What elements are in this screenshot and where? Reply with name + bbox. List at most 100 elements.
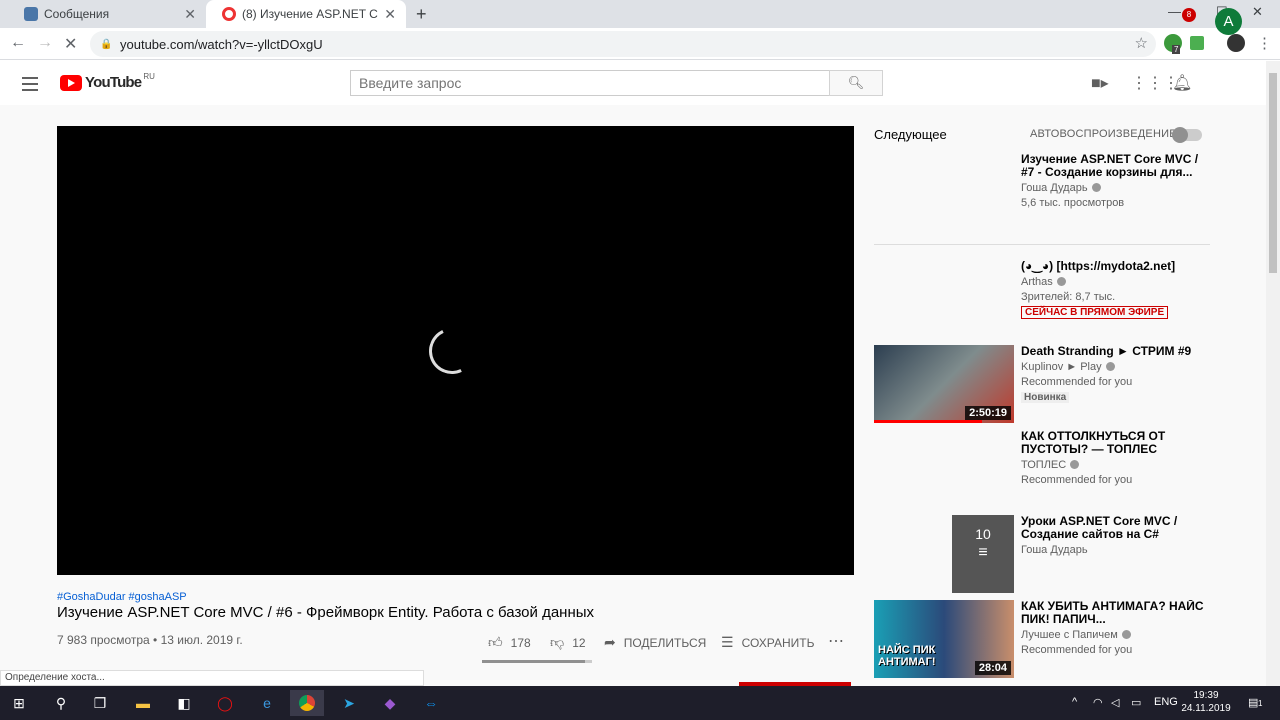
- item-channel[interactable]: ТОПЛЕС: [1021, 459, 1066, 471]
- network-icon[interactable]: ◠: [1093, 696, 1103, 709]
- lock-icon: 🔒: [100, 38, 113, 50]
- language-indicator[interactable]: ENG: [1154, 696, 1178, 708]
- create-video-icon[interactable]: ■▸: [1091, 73, 1109, 93]
- thumbnail-caption: НАЙС ПИК АНТИМАГ!: [878, 644, 936, 668]
- bookmark-star-icon[interactable]: ☆: [1135, 34, 1148, 52]
- dislike-button[interactable]: 👎︎ 12: [550, 634, 586, 651]
- item-title[interactable]: КАК УБИТЬ АНТИМАГА? НАЙС ПИК! ПАПИЧ...: [1021, 600, 1211, 626]
- item-channel[interactable]: Kuplinov ► Play: [1021, 361, 1102, 373]
- item-title[interactable]: Death Stranding ► СТРИМ #9: [1021, 345, 1211, 358]
- volume-icon[interactable]: ◁: [1111, 696, 1119, 709]
- add-to-playlist-icon: ☰: [721, 634, 734, 650]
- notifications-bell-icon[interactable]: 🔔︎: [1172, 73, 1192, 93]
- action-center-count: 1: [1258, 699, 1263, 708]
- item-title[interactable]: Изучение ASP.NET Core MVC / #7 - Создани…: [1021, 153, 1211, 179]
- tab-title: Сообщения: [44, 7, 110, 21]
- action-center-icon[interactable]: ▤: [1248, 696, 1258, 709]
- duration-badge: 28:04: [974, 661, 1011, 675]
- more-actions-icon[interactable]: ⋯: [828, 631, 844, 651]
- visual-studio-icon[interactable]: ◆: [373, 690, 407, 716]
- back-icon[interactable]: ←: [10, 34, 26, 52]
- video-player[interactable]: [57, 126, 854, 575]
- tab-title: (8) Изучение ASP.NET Core MVC: [242, 7, 378, 21]
- video-thumbnail[interactable]: [874, 153, 1014, 231]
- video-thumbnail[interactable]: [874, 430, 1014, 508]
- sentiment-bar-fill: [482, 660, 586, 663]
- close-tab-icon[interactable]: ✕: [384, 6, 396, 23]
- youtube-header: YouTube RU 🔍︎ ■▸ ⋮⋮⋮ 🔔︎: [0, 61, 1266, 105]
- youtube-logo[interactable]: YouTube RU: [60, 72, 155, 91]
- tab-youtube[interactable]: (8) Изучение ASP.NET Core MVC ✕: [206, 0, 406, 28]
- windows-start-icon[interactable]: ⊞: [2, 690, 36, 716]
- url-field[interactable]: 🔒 youtube.com/watch?v=-yllctDOxgU ☆: [90, 31, 1156, 57]
- extension-badge: 7: [1172, 45, 1181, 54]
- autoplay-toggle[interactable]: [1172, 127, 1202, 143]
- stop-loading-icon[interactable]: ✕: [64, 34, 77, 54]
- search-input[interactable]: [350, 70, 830, 96]
- youtube-play-logo-icon: [60, 74, 82, 91]
- browser-status-bar: Определение хоста...: [0, 670, 424, 686]
- item-channel[interactable]: Гоша Дударь: [1021, 544, 1088, 556]
- forward-icon[interactable]: →: [37, 34, 53, 52]
- item-title[interactable]: Уроки ASP.NET Core MVC / Создание сайтов…: [1021, 515, 1211, 541]
- item-channel[interactable]: Лучшее с Папичем: [1021, 629, 1118, 641]
- like-button[interactable]: 👍︎ 178: [488, 634, 531, 651]
- close-tab-icon[interactable]: ✕: [184, 6, 196, 23]
- chrome-icon[interactable]: [290, 690, 324, 716]
- sentiment-bar: [482, 660, 592, 663]
- video-thumbnail[interactable]: 2:50:19: [874, 345, 1014, 423]
- url-text: youtube.com/watch?v=-yllctDOxgU: [120, 36, 323, 52]
- dislike-count: 12: [572, 635, 586, 650]
- item-views: Recommended for you: [1021, 644, 1133, 656]
- avatar[interactable]: A: [1215, 8, 1242, 35]
- new-tab-button[interactable]: +: [416, 4, 427, 25]
- playlist-thumbnail[interactable]: 10 ≡: [952, 515, 1014, 593]
- teamviewer-icon[interactable]: ⇔: [414, 690, 448, 716]
- save-label: СОХРАНИТЬ: [741, 635, 815, 650]
- tray-overflow-icon[interactable]: ^: [1072, 696, 1077, 708]
- item-views: Зрителей: 8,7 тыс.: [1021, 291, 1116, 303]
- task-view-icon[interactable]: ❐: [83, 690, 117, 716]
- item-title[interactable]: (◕‿◕) [https://mydota2.net]: [1021, 260, 1211, 273]
- verified-icon: [1121, 630, 1131, 639]
- search-icon[interactable]: ⚲: [44, 690, 78, 716]
- browser-menu-icon[interactable]: ⋮: [1257, 34, 1272, 52]
- battery-icon[interactable]: ▭: [1131, 696, 1141, 709]
- item-channel[interactable]: Arthas: [1021, 276, 1053, 288]
- video-meta: 7 983 просмотра • 13 июл. 2019 г.: [57, 633, 243, 647]
- live-badge: СЕЙЧАС В ПРЯМОМ ЭФИРЕ: [1021, 306, 1169, 319]
- item-title[interactable]: КАК ОТТОЛКНУТЬСЯ ОТ ПУСТОТЫ? — ТОПЛЕС: [1021, 430, 1211, 456]
- scrollbar-thumb[interactable]: [1269, 73, 1277, 273]
- profile-icon[interactable]: [1227, 34, 1245, 52]
- tab-messages[interactable]: Сообщения ✕: [8, 0, 206, 28]
- share-button[interactable]: ➦ ПОДЕЛИТЬСЯ: [604, 634, 706, 651]
- video-title: Изучение ASP.NET Core MVC / #6 - Фреймво…: [57, 604, 595, 621]
- loading-spinner-icon: [422, 321, 482, 381]
- thumbs-down-icon: 👎︎: [550, 634, 565, 650]
- telegram-icon[interactable]: ➤: [332, 690, 366, 716]
- new-badge: Новинка: [1021, 392, 1070, 403]
- close-window-icon[interactable]: ✕: [1252, 4, 1263, 20]
- verified-icon: [1056, 277, 1066, 286]
- edge-icon[interactable]: e: [250, 690, 284, 716]
- opera-icon[interactable]: ◯: [208, 690, 242, 716]
- extension-icon[interactable]: [1190, 36, 1204, 50]
- youtube-tab-icon: [222, 7, 236, 21]
- system-clock[interactable]: 19:39 24.11.2019: [1176, 689, 1236, 715]
- item-views: Recommended for you: [1021, 474, 1133, 486]
- verified-icon: [1070, 460, 1080, 469]
- app-icon[interactable]: ◧: [167, 690, 201, 716]
- video-hashtags[interactable]: #GoshaDudar #goshaASP: [57, 591, 187, 603]
- search-button[interactable]: 🔍︎: [829, 70, 883, 96]
- page-scrollbar[interactable]: [1266, 61, 1280, 686]
- menu-icon[interactable]: [22, 77, 38, 95]
- save-button[interactable]: ☰ СОХРАНИТЬ: [721, 634, 814, 651]
- autoplay-label: АВТОВОСПРОИЗВЕДЕНИЕ: [1030, 128, 1177, 140]
- video-thumbnail[interactable]: НАЙС ПИК АНТИМАГ! 28:04: [874, 600, 1014, 678]
- minimize-icon[interactable]: —: [1168, 4, 1181, 19]
- video-thumbnail[interactable]: [874, 260, 1014, 338]
- item-channel[interactable]: Гоша Дударь: [1021, 182, 1088, 194]
- browser-tab-bar: Сообщения ✕ (8) Изучение ASP.NET Core MV…: [0, 0, 1280, 28]
- clock-date: 24.11.2019: [1181, 703, 1231, 714]
- file-explorer-icon[interactable]: ▬: [126, 690, 160, 716]
